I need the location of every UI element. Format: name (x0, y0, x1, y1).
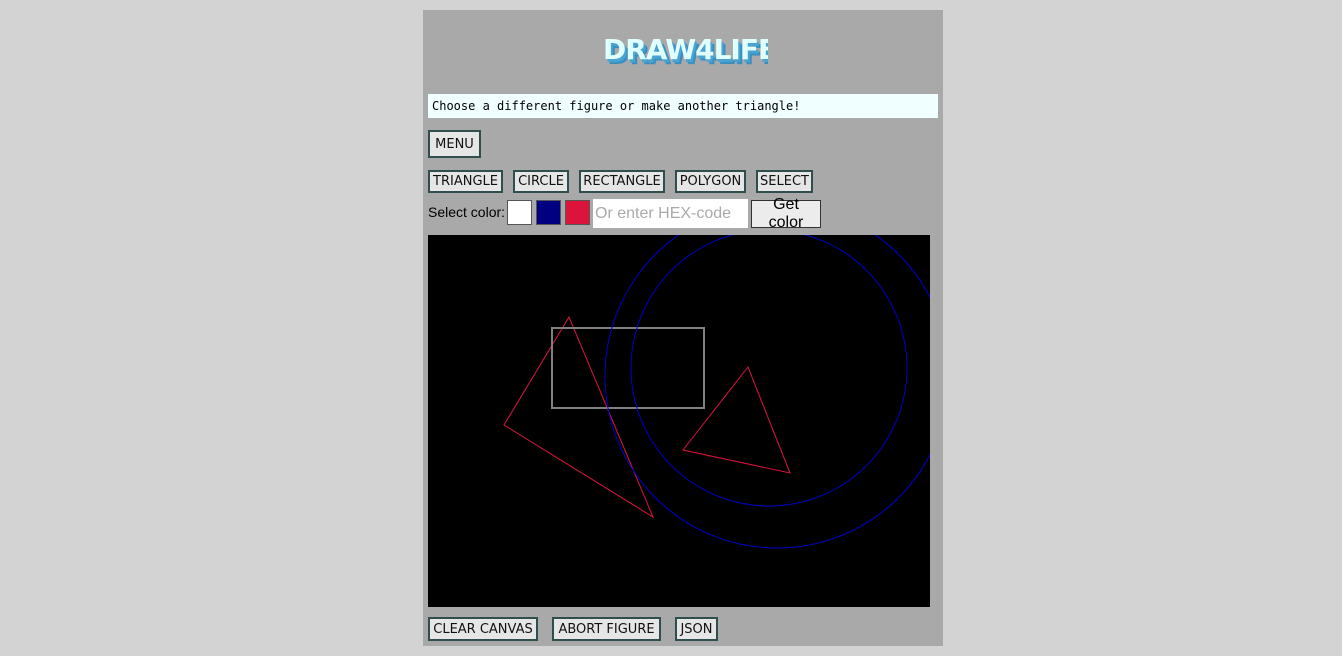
logo-image: DRAW4LIFE DRAW4LIFE DRAW4LIFE (603, 33, 768, 71)
clear-canvas-button[interactable]: CLEAR CANVAS (428, 617, 538, 641)
shape-triangle[interactable] (503, 315, 655, 519)
logo-text: DRAW4LIFE (603, 33, 768, 66)
app-panel: DRAW4LIFE DRAW4LIFE DRAW4LIFE Choose a d… (423, 10, 943, 646)
select-color-label: Select color: (428, 204, 506, 220)
color-swatch-white[interactable] (507, 200, 532, 225)
shape-rectangle[interactable] (551, 327, 705, 409)
drawing-canvas[interactable] (428, 235, 930, 607)
triangle-button[interactable]: TRIANGLE (428, 170, 503, 193)
shape-triangle[interactable] (682, 366, 791, 474)
abort-figure-button[interactable]: ABORT FIGURE (552, 617, 661, 641)
menu-button[interactable]: MENU (428, 130, 481, 158)
status-message: Choose a different figure or make anothe… (428, 94, 938, 118)
circle-button[interactable]: CIRCLE (513, 170, 569, 193)
hex-code-input[interactable] (593, 199, 748, 228)
rectangle-button[interactable]: RECTANGLE (579, 170, 665, 193)
select-button[interactable]: SELECT (756, 170, 813, 193)
json-button[interactable]: JSON (675, 617, 718, 641)
logo: DRAW4LIFE DRAW4LIFE DRAW4LIFE (423, 24, 943, 74)
color-swatch-navy[interactable] (536, 200, 561, 225)
polygon-button[interactable]: POLYGON (675, 170, 746, 193)
get-color-button[interactable]: Get color (751, 196, 821, 231)
color-swatch-crimson[interactable] (565, 200, 590, 225)
shape-circle[interactable] (604, 235, 930, 549)
shape-circle[interactable] (630, 235, 908, 507)
